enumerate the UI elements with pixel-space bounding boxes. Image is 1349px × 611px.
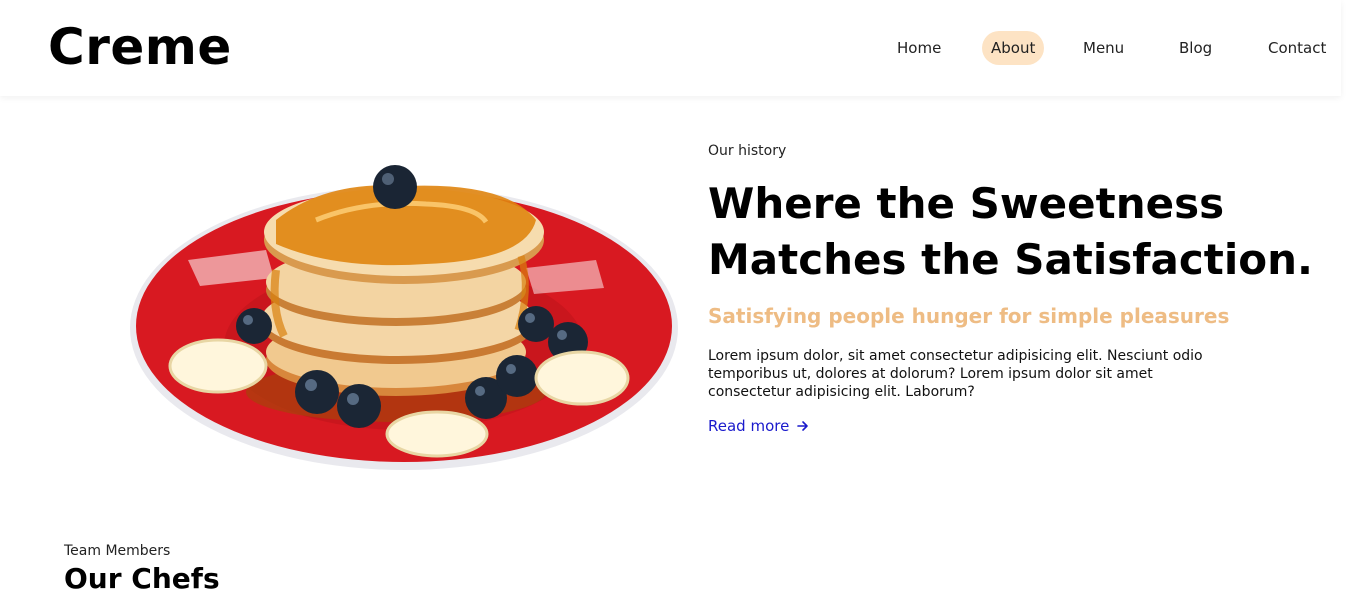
- nav-home[interactable]: Home: [888, 31, 950, 65]
- read-more-link[interactable]: Read more: [708, 417, 809, 435]
- nav-contact[interactable]: Contact: [1259, 31, 1335, 65]
- brand-logo[interactable]: Creme: [48, 18, 232, 76]
- nav-menu[interactable]: Menu: [1074, 31, 1133, 65]
- navbar: Creme Home About Menu Blog Contact: [0, 0, 1341, 96]
- section-eyebrow: Our history: [708, 143, 787, 159]
- arrow-right-icon: [797, 421, 809, 431]
- team-section-title: Our Chefs: [64, 562, 220, 595]
- read-more-label: Read more: [708, 417, 790, 435]
- hero-subheadline: Satisfying people hunger for simple plea…: [708, 304, 1230, 328]
- team-eyebrow: Team Members: [64, 543, 171, 559]
- nav-about[interactable]: About: [982, 31, 1045, 65]
- hero-body-text: Lorem ipsum dolor, sit amet consectetur …: [708, 348, 1203, 400]
- pancake-stack-image: [130, 165, 678, 470]
- hero-headline: Where the Sweetness Matches the Satisfac…: [708, 179, 1313, 284]
- nav-blog[interactable]: Blog: [1170, 31, 1221, 65]
